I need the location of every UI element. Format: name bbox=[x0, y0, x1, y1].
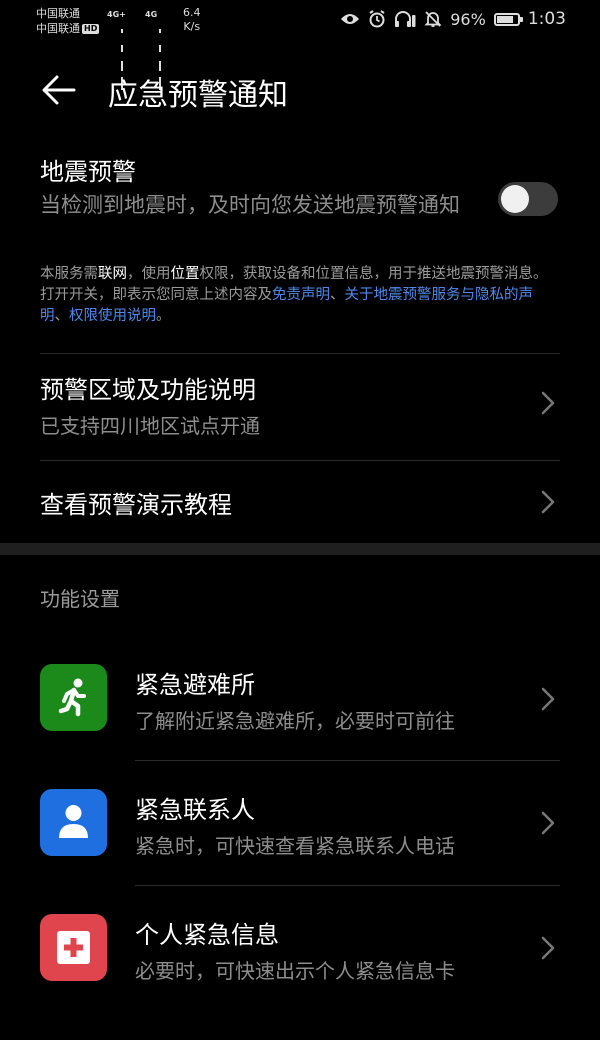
medical-info-title: 个人紧急信息 bbox=[135, 921, 279, 949]
mute-bell-icon bbox=[424, 11, 442, 27]
notice-text: 。 bbox=[156, 308, 171, 324]
battery-icon bbox=[493, 12, 523, 26]
alert-region-subtitle: 已支持四川地区试点开通 bbox=[40, 414, 260, 438]
chevron-right-icon bbox=[541, 490, 555, 514]
divider bbox=[40, 353, 560, 354]
shelter-subtitle: 了解附近紧急避难所，必要时可前往 bbox=[135, 709, 455, 733]
chevron-right-icon bbox=[541, 687, 555, 711]
network-speed: 6.4 K/s bbox=[183, 6, 201, 34]
divider bbox=[135, 760, 560, 761]
section-separator bbox=[0, 543, 600, 555]
status-bar: 中国联通 中国联通 HD 4G+ 4G 6.4 K/s 96% 1:03 bbox=[0, 0, 600, 90]
contact-subtitle: 紧急时，可快速查看紧急联系人电话 bbox=[135, 834, 455, 858]
headphones-battery-icon bbox=[395, 11, 416, 27]
notice-text: 本服务需 bbox=[40, 266, 98, 282]
shelter-title: 紧急避难所 bbox=[135, 671, 255, 699]
back-arrow-icon[interactable] bbox=[40, 71, 78, 109]
medical-cross-icon bbox=[57, 931, 90, 964]
notice-highlight-location: 位置 bbox=[170, 266, 200, 282]
notice-text: 、 bbox=[54, 308, 70, 324]
earthquake-alert-description: 当检测到地震时，及时向您发送地震预警通知 bbox=[40, 193, 460, 217]
shelter-tile bbox=[40, 664, 107, 731]
demo-tutorial-title: 查看预警演示教程 bbox=[40, 491, 232, 519]
alarm-icon bbox=[369, 10, 385, 28]
medical-info-tile bbox=[40, 914, 107, 981]
permission-usage-link[interactable]: 权限使用说明 bbox=[69, 308, 156, 324]
alert-region-title: 预警区域及功能说明 bbox=[40, 376, 256, 404]
notice-highlight-network: 联网 bbox=[98, 266, 127, 282]
disclaimer-link[interactable]: 免责声明 bbox=[272, 287, 330, 303]
earthquake-alert-toggle[interactable] bbox=[498, 182, 558, 216]
medical-info-subtitle: 必要时，可快速出示个人紧急信息卡 bbox=[135, 959, 455, 983]
clock: 1:03 bbox=[527, 9, 566, 29]
notice-text: ，使用 bbox=[127, 266, 171, 282]
carrier-2: 中国联通 bbox=[36, 22, 80, 35]
service-notice: 本服务需联网，使用位置权限，获取设备和位置信息，用于推送地震预警消息。打开开关，… bbox=[40, 264, 560, 327]
earthquake-alert-title: 地震预警 bbox=[40, 158, 136, 186]
app-bar: 应急预警通知 bbox=[0, 58, 600, 122]
contact-tile bbox=[40, 789, 107, 856]
feature-settings-label: 功能设置 bbox=[40, 587, 120, 611]
battery-percent: 96% bbox=[450, 9, 486, 29]
contact-person-icon bbox=[59, 805, 88, 838]
speed-value: 6.4 bbox=[183, 6, 201, 19]
carrier-info: 中国联通 中国联通 HD bbox=[36, 6, 100, 36]
chevron-right-icon bbox=[541, 391, 555, 415]
contact-title: 紧急联系人 bbox=[135, 796, 255, 824]
status-icons: 96% 1:03 bbox=[340, 9, 566, 29]
page-title: 应急预警通知 bbox=[108, 78, 288, 113]
chevron-right-icon bbox=[541, 811, 555, 835]
speed-unit: K/s bbox=[183, 20, 201, 33]
eye-icon bbox=[341, 14, 360, 24]
divider bbox=[40, 460, 560, 461]
toggle-knob bbox=[501, 185, 529, 213]
notice-text: 、 bbox=[330, 287, 345, 303]
network-type-2: 4G bbox=[145, 10, 158, 19]
carrier-1: 中国联通 bbox=[36, 7, 80, 20]
divider bbox=[135, 885, 560, 886]
running-person-icon bbox=[58, 678, 86, 717]
hd-badge: HD bbox=[82, 24, 100, 34]
chevron-right-icon bbox=[541, 936, 555, 960]
